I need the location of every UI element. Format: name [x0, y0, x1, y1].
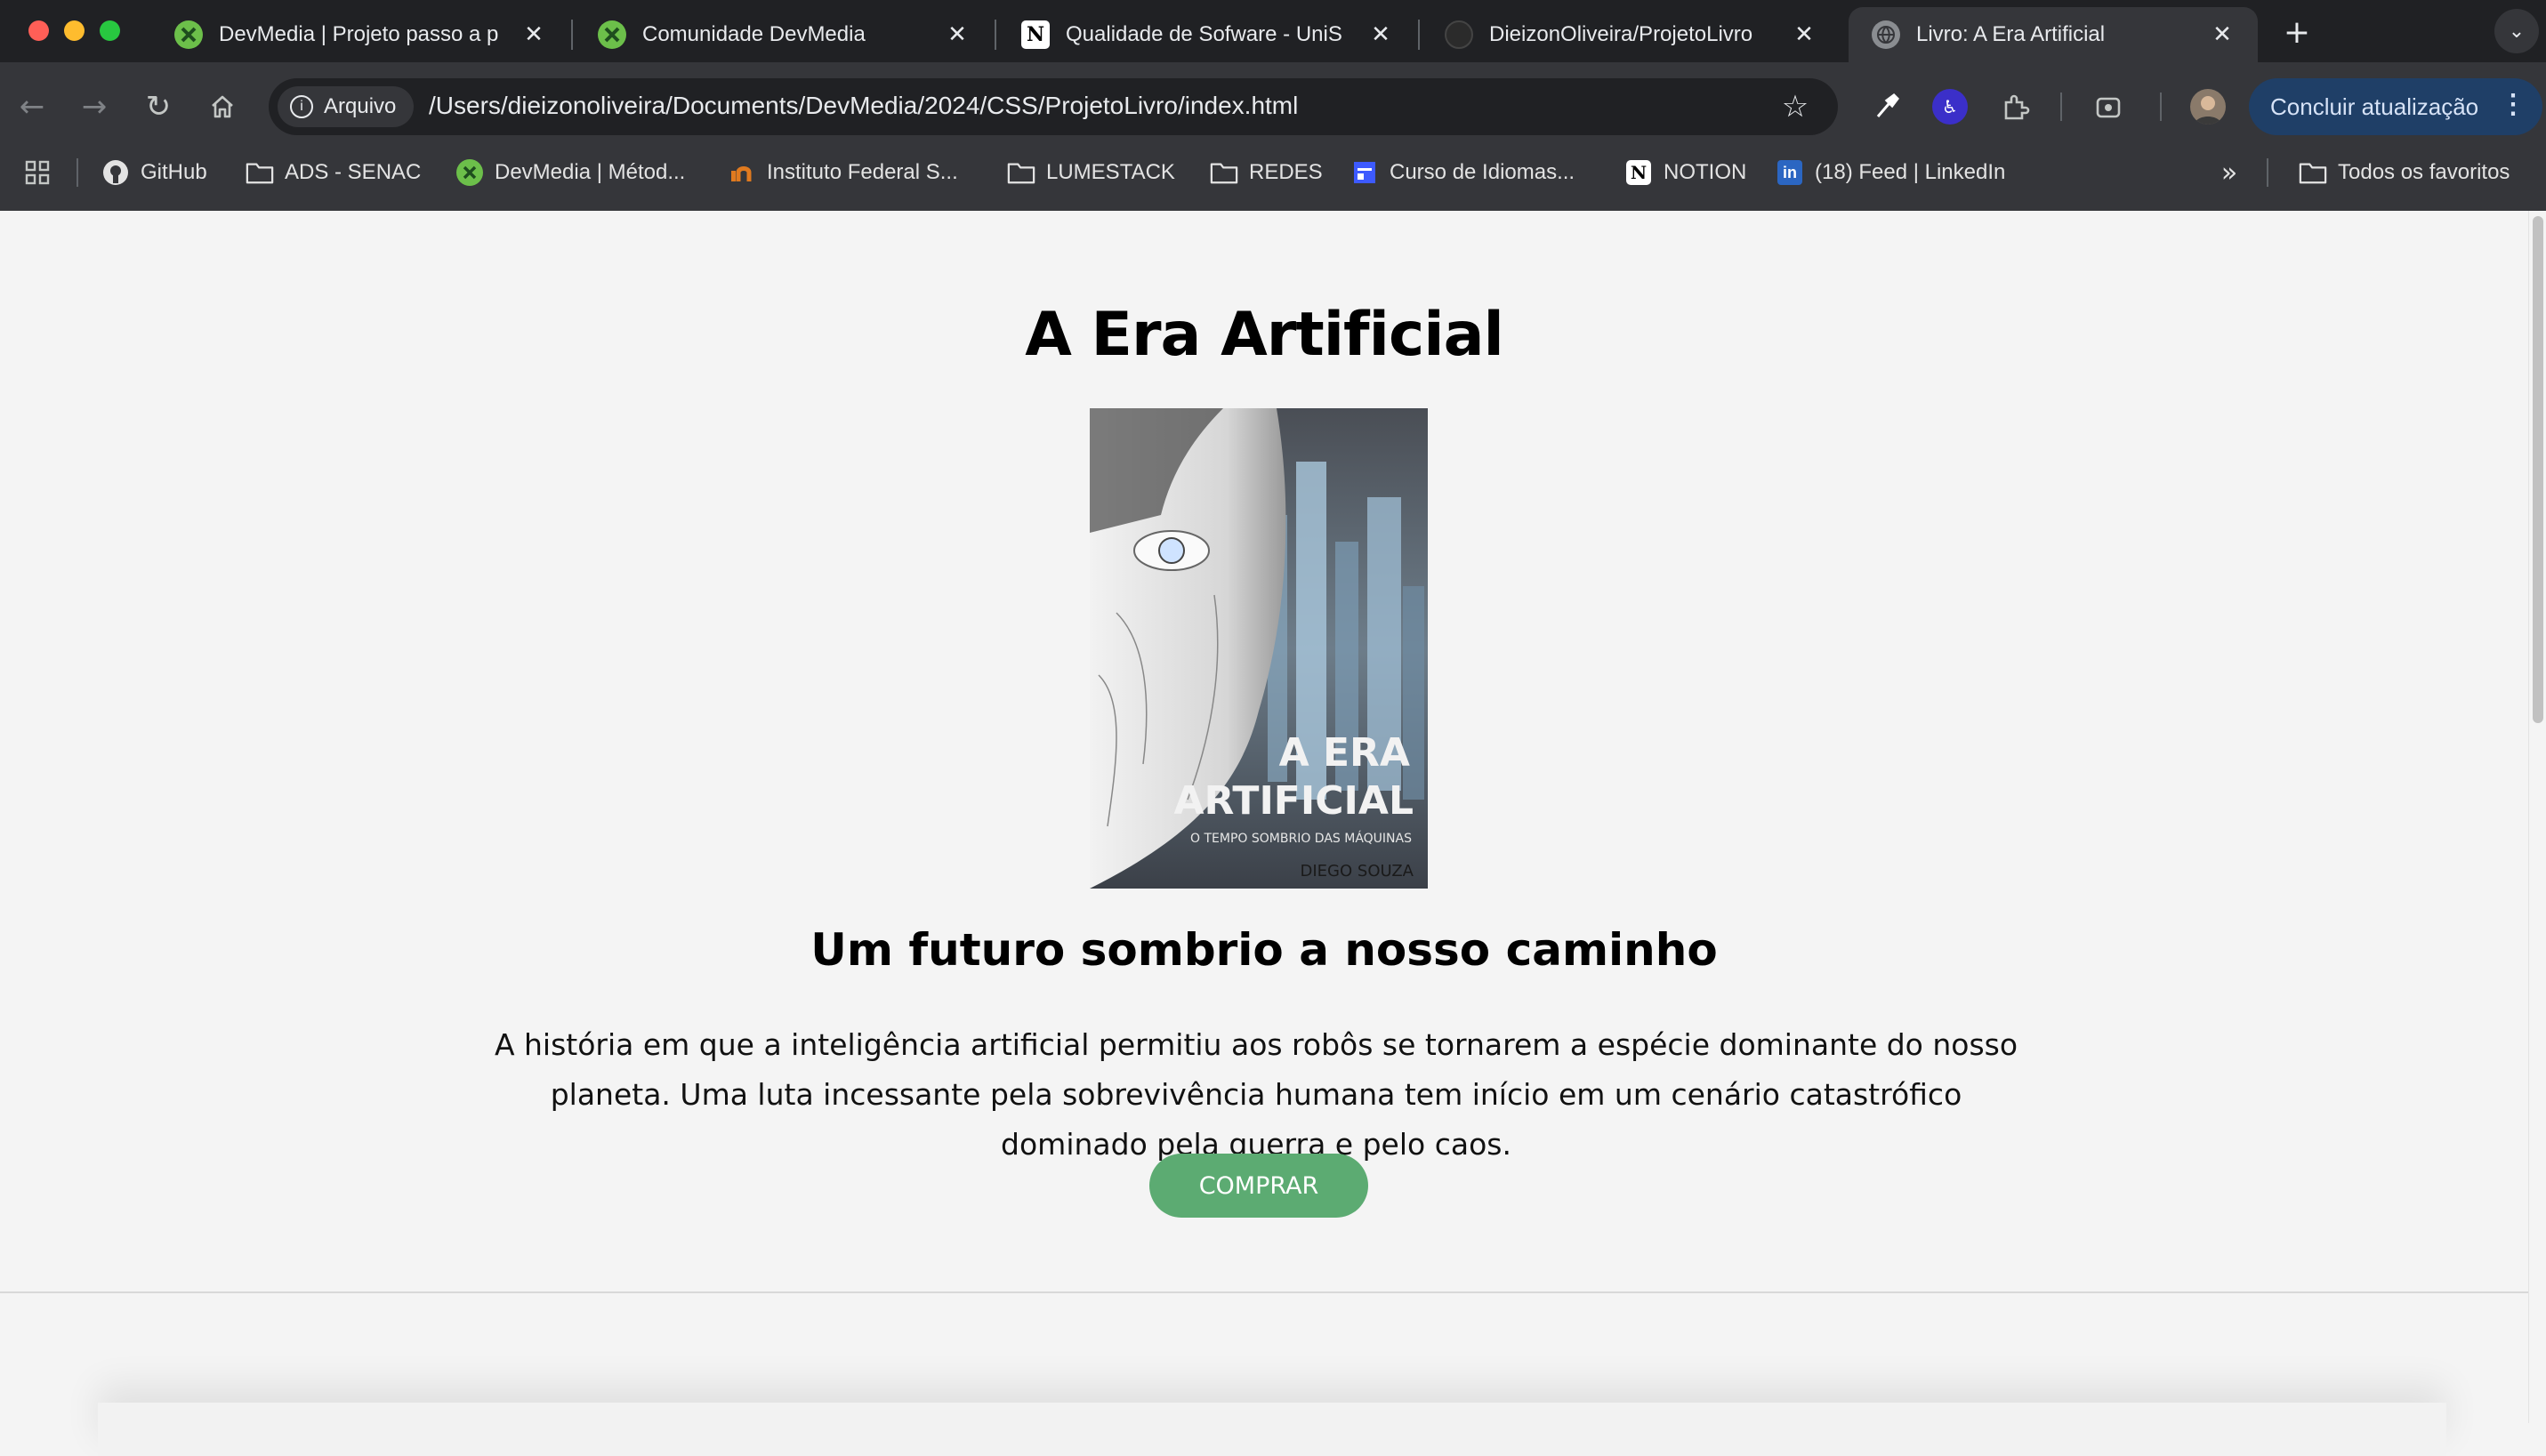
devmedia-icon — [455, 158, 484, 187]
bookmark-notion[interactable]: N NOTION — [1624, 155, 1746, 190]
bookmarks-divider — [77, 158, 78, 187]
bookmark-label: REDES — [1249, 160, 1323, 184]
book-cover-image: A ERA ARTIFICIAL O TEMPO SOMBRIO DAS MÁQ… — [1090, 408, 1428, 889]
page-subtitle: Um futuro sombrio a nosso caminho — [810, 924, 1718, 976]
section-divider — [0, 1291, 2528, 1293]
info-icon: i — [290, 95, 313, 118]
page-scrollbar[interactable] — [2528, 211, 2546, 1423]
extension-accessibility-icon[interactable]: ♿ — [1932, 89, 1968, 125]
folder-icon — [2299, 158, 2327, 187]
update-button[interactable]: Concluir atualização ⋮ — [2249, 78, 2542, 135]
bookmark-lumestack[interactable]: LUMESTACK — [1007, 155, 1175, 190]
cover-author: DIEGO SOUZA — [1301, 862, 1414, 881]
buy-button[interactable]: COMPRAR — [1149, 1154, 1368, 1218]
bookmark-github[interactable]: GitHub — [101, 155, 207, 190]
tab-title: Livro: A Era Artificial — [1916, 22, 2106, 46]
bookmark-star-icon[interactable]: ☆ — [1776, 87, 1815, 126]
reload-icon[interactable]: ↻ — [137, 85, 180, 128]
folder-icon — [1007, 158, 1035, 187]
page-title: A Era Artificial — [1025, 300, 1504, 370]
all-bookmarks[interactable]: Todos os favoritos — [2299, 155, 2510, 190]
close-window-button[interactable] — [28, 20, 49, 41]
bookmark-redes[interactable]: REDES — [1210, 155, 1323, 190]
scrollbar-thumb[interactable] — [2533, 216, 2543, 723]
bookmark-curso-idiomas[interactable]: Curso de Idiomas... — [1350, 155, 1575, 190]
notion-icon: N — [1624, 158, 1653, 187]
minimize-window-button[interactable] — [64, 20, 85, 41]
profile-avatar[interactable] — [2190, 89, 2226, 125]
close-tab-icon[interactable]: ✕ — [520, 20, 548, 48]
bookmark-linkedin[interactable]: in (18) Feed | LinkedIn — [1776, 155, 2005, 190]
cover-title-line1: A ERA — [1279, 730, 1410, 776]
next-section-card — [98, 1403, 2446, 1456]
screenshot-lens-icon[interactable] — [2087, 85, 2130, 128]
bookmark-instituto-federal[interactable]: Instituto Federal S... — [728, 155, 958, 190]
bookmark-label: ADS - SENAC — [285, 160, 422, 184]
bookmark-label: Curso de Idiomas... — [1390, 160, 1575, 184]
tab-title: DevMedia | Projeto passo a p — [219, 22, 499, 46]
bookmark-label: GitHub — [141, 160, 207, 184]
close-tab-icon[interactable]: ✕ — [2208, 20, 2236, 48]
globe-icon — [1872, 20, 1900, 49]
tab-strip: DevMedia | Projeto passo a p ✕ Comunidad… — [0, 0, 2546, 62]
tab-separator — [995, 20, 996, 50]
toolbar-divider — [2160, 93, 2162, 121]
browser-chrome: DevMedia | Projeto passo a p ✕ Comunidad… — [0, 0, 2546, 211]
github-icon — [1445, 20, 1473, 49]
tab-title: Qualidade de Sofware - UniS — [1066, 22, 1342, 46]
maximize-window-button[interactable] — [100, 20, 120, 41]
extensions-puzzle-icon[interactable] — [1994, 85, 2037, 128]
bookmark-label: NOTION — [1664, 160, 1747, 184]
bookmark-label: DevMedia | Métod... — [495, 160, 686, 184]
bookmark-label: LUMESTACK — [1046, 160, 1175, 184]
bookmark-label: Instituto Federal S... — [767, 160, 958, 184]
github-icon — [101, 158, 130, 187]
close-tab-icon[interactable]: ✕ — [1366, 20, 1395, 48]
close-tab-icon[interactable]: ✕ — [1790, 20, 1818, 48]
tab-separator — [1418, 20, 1420, 50]
devmedia-icon — [174, 20, 203, 49]
tab-search-button[interactable]: ⌄ — [2494, 9, 2539, 53]
update-button-label: Concluir atualização — [2270, 93, 2479, 120]
close-tab-icon[interactable]: ✕ — [943, 20, 971, 48]
tab-qualidade-software[interactable]: N Qualidade de Sofware - UniS ✕ — [998, 7, 1416, 62]
bookmark-label: (18) Feed | LinkedIn — [1815, 160, 2006, 184]
chevron-double-right-icon[interactable]: » — [2213, 157, 2245, 189]
address-bar[interactable]: i Arquivo /Users/dieizonoliveira/Documen… — [269, 78, 1838, 135]
toolbar-divider — [2060, 93, 2062, 121]
more-vertical-icon[interactable]: ⋮ — [2500, 89, 2526, 120]
all-bookmarks-label: Todos os favoritos — [2338, 160, 2510, 184]
notion-icon: N — [1021, 20, 1050, 49]
devmedia-icon — [598, 20, 626, 49]
bookmark-ads-senac[interactable]: ADS - SENAC — [246, 155, 421, 190]
url-text[interactable]: /Users/dieizonoliveira/Documents/DevMedi… — [429, 92, 1298, 120]
page-content: A Era Artificial A ERA ARTIFICIAL O TEMP… — [0, 211, 2528, 1456]
tab-devmedia-projeto[interactable]: DevMedia | Projeto passo a p ✕ — [151, 7, 569, 62]
book-description: A história em que a inteligência artific… — [494, 1027, 2018, 1162]
home-icon[interactable] — [201, 85, 244, 128]
calendar-icon — [1350, 158, 1379, 187]
site-info-label: Arquivo — [324, 94, 397, 118]
tab-title: Comunidade DevMedia — [642, 22, 866, 46]
tab-livro-era-artificial[interactable]: Livro: A Era Artificial ✕ — [1849, 7, 2258, 62]
apps-grid-icon[interactable] — [21, 157, 53, 189]
tab-github-projetolivro[interactable]: DieizonOliveira/ProjetoLivro ✕ — [1422, 7, 1840, 62]
new-tab-icon[interactable]: + — [2279, 14, 2315, 51]
eyedropper-icon[interactable] — [1865, 85, 1907, 128]
cover-subtitle: O TEMPO SOMBRIO DAS MÁQUINAS — [1190, 831, 1412, 846]
cover-title-line2: ARTIFICIAL — [1173, 778, 1414, 824]
linkedin-icon: in — [1776, 158, 1804, 187]
bookmark-devmedia-metodo[interactable]: DevMedia | Métod... — [455, 155, 685, 190]
if-icon — [728, 158, 756, 187]
back-arrow-icon[interactable]: ← — [11, 85, 53, 128]
site-info-chip[interactable]: i Arquivo — [278, 86, 415, 127]
folder-icon — [1210, 158, 1238, 187]
tab-separator — [571, 20, 573, 50]
tab-title: DieizonOliveira/ProjetoLivro — [1489, 22, 1753, 46]
forward-arrow-icon[interactable]: → — [73, 85, 116, 128]
bookmarks-divider — [2267, 158, 2268, 187]
tab-comunidade-devmedia[interactable]: Comunidade DevMedia ✕ — [575, 7, 993, 62]
folder-icon — [246, 158, 274, 187]
